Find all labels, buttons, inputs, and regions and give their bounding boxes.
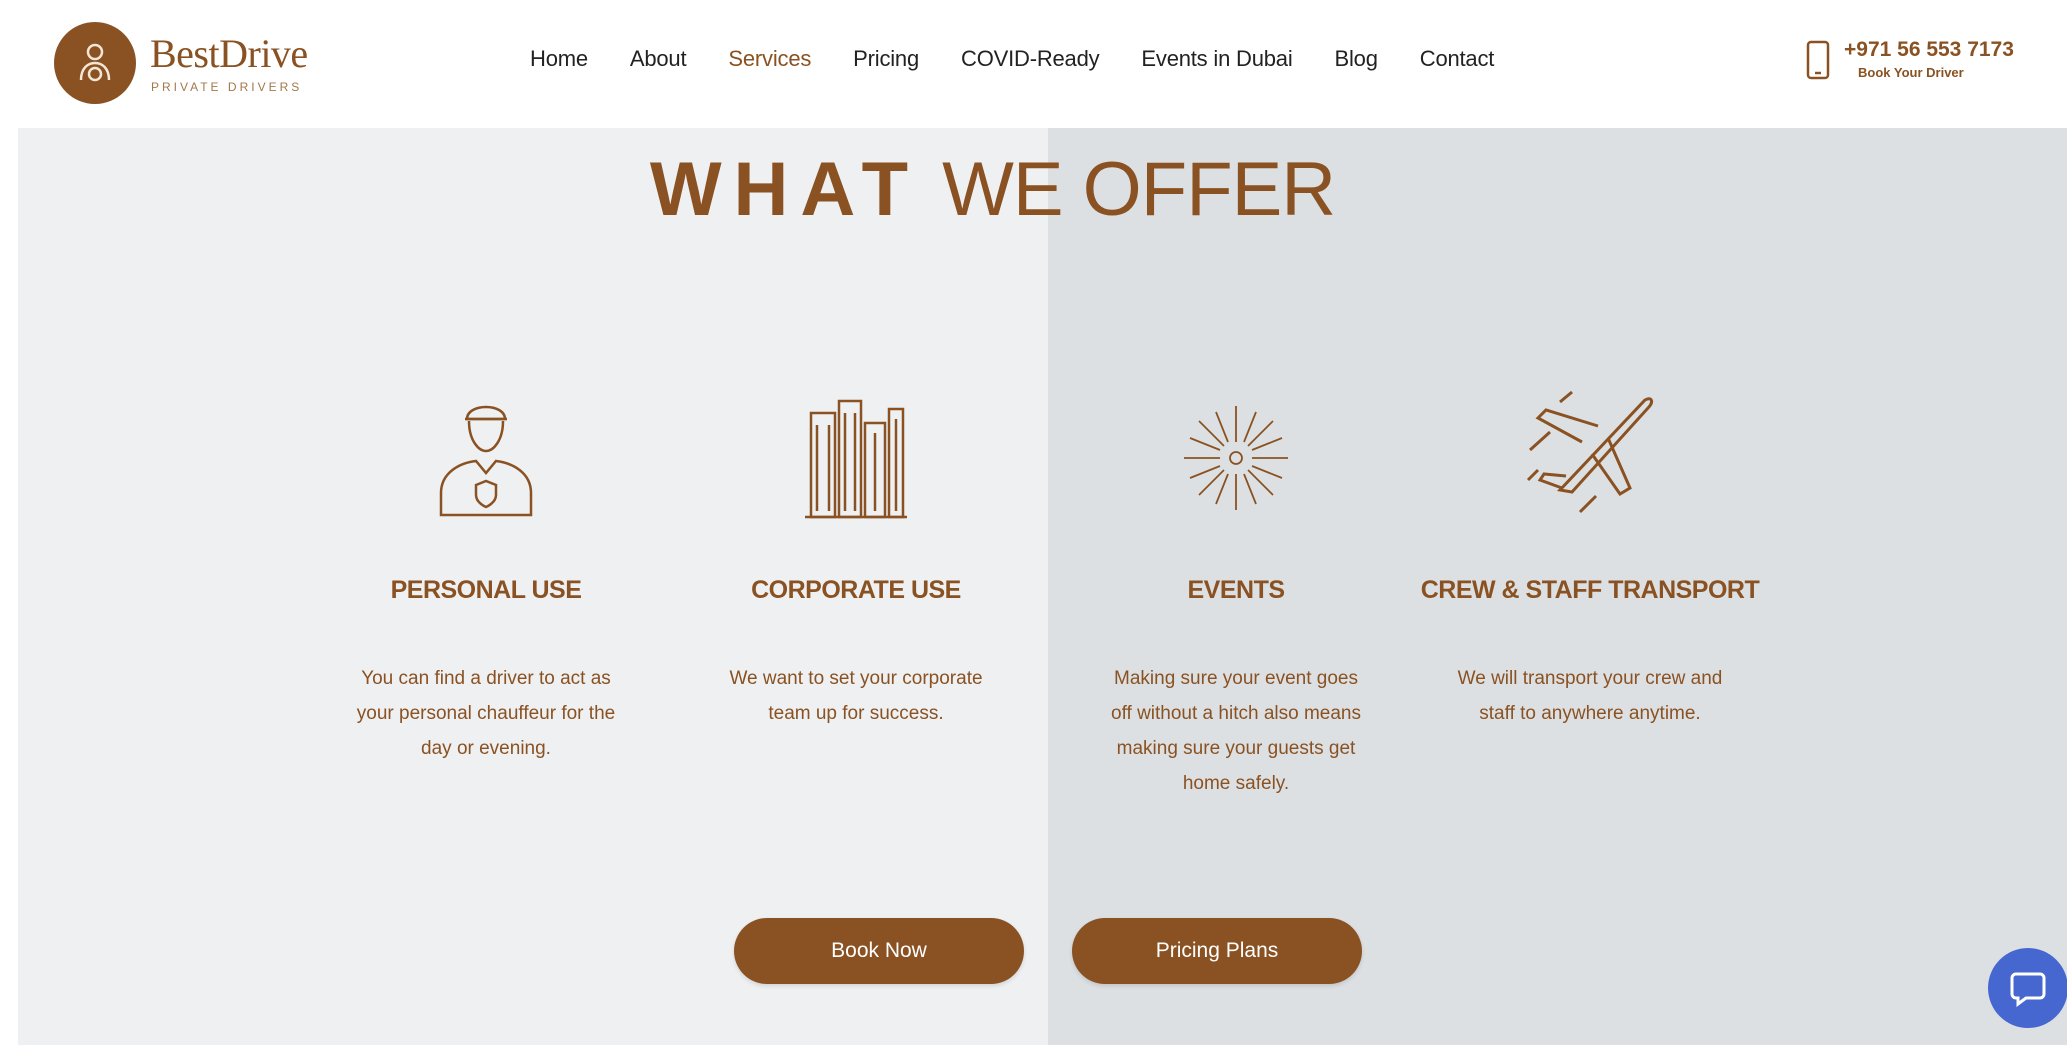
- main-nav: Home About Services Pricing COVID-Ready …: [530, 46, 1536, 78]
- phone-icon: [1806, 40, 1830, 80]
- card-title: PERSONAL USE: [390, 576, 582, 604]
- card-description: We want to set your corporate team up fo…: [729, 668, 983, 724]
- chat-icon: [2010, 972, 2046, 1007]
- book-now-button[interactable]: Book Now: [734, 918, 1024, 984]
- service-card-personal-use: PERSONAL USE You can find a driver to ac…: [316, 388, 656, 766]
- pricing-plans-button[interactable]: Pricing Plans: [1072, 918, 1362, 984]
- section-heading: WHAT WE OFFER: [18, 146, 2017, 233]
- heading-bold: WHAT: [649, 147, 921, 232]
- fireworks-icon: [1184, 406, 1288, 510]
- card-description: You can find a driver to act as your per…: [356, 668, 616, 759]
- chauffeur-logo-icon: [54, 22, 136, 104]
- phone-number: +971 56 553 7173: [1844, 38, 2014, 61]
- phone-contact[interactable]: +971 56 553 7173 Book Your Driver: [1806, 38, 2056, 88]
- logo-tagline: PRIVATE DRIVERS: [151, 80, 303, 94]
- service-card-events: EVENTS Making sure your event goes off w…: [1066, 388, 1406, 801]
- card-title: CORPORATE USE: [751, 576, 961, 604]
- nav-home[interactable]: Home: [530, 46, 588, 78]
- card-description: We will transport your crew and staff to…: [1457, 668, 1723, 724]
- nav-contact[interactable]: Contact: [1420, 46, 1495, 78]
- what-we-offer-section: WHAT WE OFFER PERSONAL USE You can find a…: [18, 128, 2067, 1045]
- chat-widget-button[interactable]: [1988, 948, 2067, 1028]
- airplane-icon: [1526, 390, 1654, 514]
- nav-pricing[interactable]: Pricing: [853, 46, 919, 78]
- site-header: BestDrive PRIVATE DRIVERS Home About Ser…: [0, 0, 2067, 124]
- card-description: Making sure your event goes off without …: [1111, 668, 1361, 794]
- heading-light: WE OFFER: [942, 147, 1336, 232]
- card-title: CREW & STAFF TRANSPORT: [1420, 576, 1760, 604]
- logo[interactable]: BestDrive PRIVATE DRIVERS: [54, 22, 314, 106]
- nav-about[interactable]: About: [630, 46, 687, 78]
- phone-sub-label: Book Your Driver: [1858, 65, 1964, 80]
- nav-events-in-dubai[interactable]: Events in Dubai: [1141, 46, 1292, 78]
- service-card-crew-staff-transport: CREW & STAFF TRANSPORT We will transport…: [1420, 388, 1760, 731]
- chauffeur-icon: [439, 405, 533, 517]
- nav-covid-ready[interactable]: COVID-Ready: [961, 46, 1100, 78]
- buildings-icon: [805, 399, 907, 519]
- service-card-corporate-use: CORPORATE USE We want to set your corpor…: [686, 388, 1026, 731]
- card-title: EVENTS: [1187, 576, 1285, 604]
- nav-blog[interactable]: Blog: [1335, 46, 1378, 78]
- nav-services[interactable]: Services: [728, 46, 811, 78]
- logo-name: BestDrive: [150, 31, 308, 76]
